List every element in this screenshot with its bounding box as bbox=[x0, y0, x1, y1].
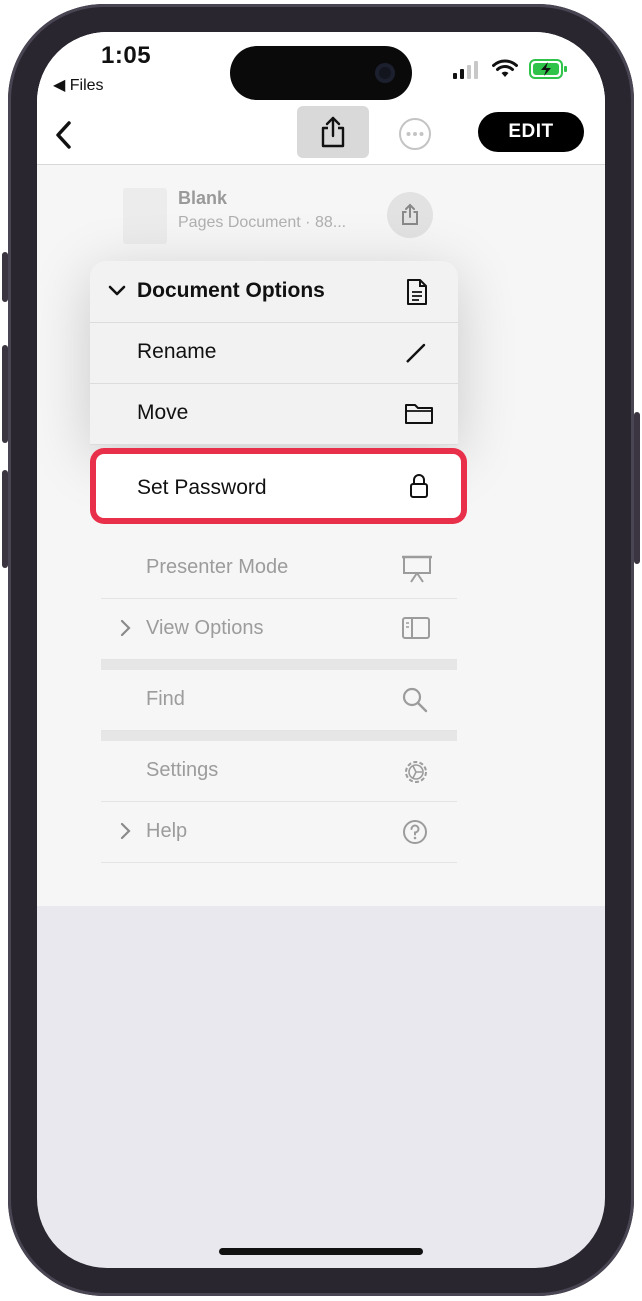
sidebar-icon bbox=[402, 617, 430, 639]
volume-up-button bbox=[2, 345, 8, 443]
chevron-right-icon bbox=[120, 619, 131, 637]
rename-item[interactable]: Rename bbox=[90, 322, 458, 384]
power-button bbox=[634, 412, 640, 564]
document-icon bbox=[407, 279, 427, 305]
share-button[interactable] bbox=[297, 106, 369, 158]
help-icon bbox=[403, 820, 427, 844]
document-thumbnail bbox=[123, 188, 167, 244]
menu-item-label: Presenter Mode bbox=[146, 556, 289, 578]
folder-icon bbox=[405, 404, 433, 424]
popup-header-label: Document Options bbox=[137, 279, 325, 302]
menu-item-view-options[interactable]: View Options bbox=[101, 599, 457, 660]
set-password-label: Set Password bbox=[137, 476, 267, 499]
home-indicator[interactable] bbox=[219, 1248, 423, 1255]
back-to-files[interactable]: ◀ Files bbox=[53, 75, 104, 95]
wifi-icon bbox=[492, 59, 518, 77]
document-options-popup: Document Options Rename Move bbox=[90, 261, 458, 445]
options-menu: Presenter Mode View Options Find Setting… bbox=[101, 538, 457, 863]
status-time: 1:05 bbox=[101, 42, 152, 69]
menu-item-find[interactable]: Find bbox=[101, 670, 457, 731]
edit-button[interactable]: EDIT bbox=[478, 112, 584, 152]
document-share-button[interactable] bbox=[387, 192, 433, 238]
chevron-right-icon bbox=[120, 822, 131, 840]
presenter-icon bbox=[402, 555, 432, 583]
share-icon bbox=[321, 116, 345, 148]
menu-separator bbox=[101, 660, 457, 670]
menu-item-label: Find bbox=[146, 688, 185, 710]
chevron-left-icon[interactable] bbox=[47, 114, 83, 156]
menu-item-settings[interactable]: Settings bbox=[101, 741, 457, 802]
screen: 1:05 ◀ Files EDIT Blank Pages Document ·… bbox=[37, 32, 605, 1268]
search-icon bbox=[402, 687, 428, 713]
menu-separator bbox=[101, 731, 457, 741]
chevron-down-icon bbox=[108, 285, 126, 296]
signal-icon bbox=[453, 61, 478, 79]
lock-icon bbox=[410, 474, 428, 498]
move-label: Move bbox=[137, 401, 189, 424]
gear-icon bbox=[405, 761, 427, 783]
battery-icon bbox=[529, 59, 567, 79]
set-password-item[interactable]: Set Password bbox=[90, 448, 467, 524]
menu-item-label: Settings bbox=[146, 759, 219, 781]
dynamic-island bbox=[230, 46, 412, 100]
document-name: Blank bbox=[178, 188, 228, 208]
move-item[interactable]: Move bbox=[90, 383, 458, 445]
document-meta: Pages Document · 88... bbox=[178, 214, 347, 231]
volume-down-button bbox=[2, 470, 8, 568]
more-icon[interactable] bbox=[398, 117, 432, 151]
mute-switch bbox=[2, 252, 8, 302]
menu-item-label: View Options bbox=[146, 617, 264, 639]
share-icon bbox=[402, 203, 418, 225]
navigation-bar: EDIT bbox=[37, 106, 605, 165]
menu-item-help[interactable]: Help bbox=[101, 802, 457, 863]
status-bar: 1:05 ◀ Files bbox=[37, 32, 605, 112]
document-row[interactable]: Blank Pages Document · 88... bbox=[123, 184, 453, 244]
document-options-header[interactable]: Document Options bbox=[90, 261, 458, 323]
menu-item-presenter-mode[interactable]: Presenter Mode bbox=[101, 538, 457, 599]
camera-dot bbox=[375, 63, 395, 83]
rename-label: Rename bbox=[137, 340, 217, 363]
pencil-icon bbox=[406, 343, 426, 363]
menu-item-label: Help bbox=[146, 820, 188, 842]
